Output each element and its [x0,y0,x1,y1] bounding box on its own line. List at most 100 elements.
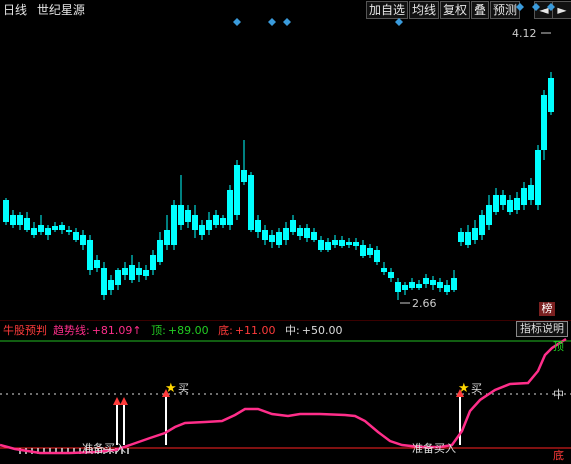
buy-arrow-icon [113,397,121,445]
candle [332,235,338,248]
candle [423,274,429,288]
signal-diamond-icon [268,18,276,26]
candle [381,262,387,275]
star-icon: ★ [458,381,470,396]
candle [430,276,436,290]
candle [31,222,37,238]
candle [178,175,184,230]
candle [255,215,261,238]
candle [115,268,121,290]
candle [451,270,457,292]
buy-signal-label: 买 [471,382,482,395]
candle [318,236,324,252]
candle [129,255,135,283]
candle [171,200,177,250]
right-top-label: 顶 [553,340,564,353]
candle [248,172,254,232]
low-price-label: 2.66 [412,297,437,310]
candle [94,255,100,272]
candle [304,224,310,242]
candle [17,212,23,230]
candle [220,215,226,228]
candle [395,278,401,300]
candle [444,280,450,295]
candle [402,282,408,295]
buy-arrow-icon [162,389,170,445]
signal-diamond-icon [547,3,555,11]
candle [38,215,44,235]
candle [213,210,219,228]
candle [192,205,198,238]
candle [59,222,65,234]
signal-diamond-icon [532,3,540,11]
candle [297,225,303,240]
candle [45,225,51,240]
signal-diamond-icon [395,18,403,26]
candle [269,230,275,248]
candle [150,250,156,275]
candle [157,232,163,265]
low-price-marker: 2.66 [400,297,437,310]
bang-badge[interactable]: 榜 [539,302,555,316]
candle [346,238,352,248]
candle [388,268,394,282]
candle [66,226,72,235]
candlestick-chart[interactable]: 4.12 2.66 [0,0,571,320]
candle [199,220,205,240]
candle [416,280,422,290]
high-price-marker: 4.12 [512,27,551,40]
candle [227,185,233,230]
candle [3,198,9,225]
candle [136,262,142,282]
candle [514,192,520,214]
signal-diamond-icon [283,18,291,26]
candle [241,140,247,185]
trend-line [0,337,567,455]
star-icon: ★ [165,381,177,396]
candle [101,262,107,300]
candle [500,190,506,210]
candle [486,195,492,230]
indicator-chart[interactable]: ★ 买 ★ 买 准备买入 准备买入 顶 中 底 [0,335,571,464]
candle [206,212,212,235]
prepare-buy-label: 准备买入 [412,441,456,455]
candle [458,228,464,246]
candle [276,228,282,248]
candle [339,236,345,248]
candle [122,262,128,280]
candle [535,145,541,210]
signal-diamond-icon [233,18,241,26]
candle [143,265,149,280]
buy-signal-label: 买 [178,382,189,395]
candle [507,195,513,215]
signal-diamond-icon [516,3,524,11]
candle [465,225,471,248]
candle [108,275,114,295]
candle [80,230,86,250]
candle [73,228,79,242]
candle [521,182,527,210]
candle [290,215,296,235]
candle [234,160,240,220]
candle [493,188,499,215]
candle [548,72,554,115]
candle [262,225,268,245]
candle [374,246,380,265]
right-mid-label: 中 [553,388,564,401]
candle [437,278,443,292]
panel-divider [0,320,571,321]
right-bottom-label: 底 [553,448,564,462]
candle [164,215,170,250]
candle [10,210,16,228]
candle [52,222,58,232]
candle [409,278,415,290]
candle [325,238,331,252]
prepare-buy-label: 准备买入 [82,441,126,455]
buy-arrow-icon [120,397,128,445]
candle [87,235,93,275]
candle [24,212,30,232]
candle [311,228,317,242]
candle [541,90,547,160]
candle [479,210,485,240]
candle [528,178,534,205]
